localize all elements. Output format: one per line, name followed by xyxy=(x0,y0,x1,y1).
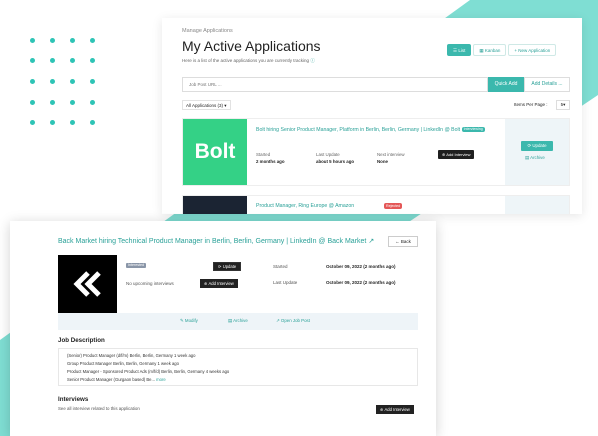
next-interview-value: None xyxy=(377,159,388,164)
status-badge: Interested xyxy=(126,263,146,268)
update-button[interactable]: ⟳ Update xyxy=(213,262,242,271)
back-button[interactable]: ← Back xyxy=(388,236,418,247)
list-icon: ☰ xyxy=(453,48,458,53)
application-card[interactable]: Product Manager, Ring Europe @ Amazon Re… xyxy=(182,195,570,214)
add-interview-button[interactable]: ⊕ Add Interview xyxy=(376,405,414,414)
breadcrumb[interactable]: Manage Applications xyxy=(182,28,233,34)
job-description-box: (Senior) Product Manager (d/f/m) Berlin,… xyxy=(58,348,418,386)
quick-add-row: Quick Add Add Details ... xyxy=(182,77,570,92)
job-description-line: (Senior) Product Manager (d/f/m) Berlin,… xyxy=(67,353,196,358)
status-badge: Interviewing xyxy=(461,127,485,133)
list-view-button[interactable]: ☰ List xyxy=(447,44,472,56)
job-description-line: Senior Product Manager (Gurgaon based) B… xyxy=(67,377,166,382)
last-update-label: Last Update xyxy=(316,152,340,157)
last-update-value: October 09, 2022 (2 months ago) xyxy=(326,280,396,285)
plus-circle-icon: ⊕ xyxy=(380,407,384,412)
items-per-page-label: Items Per Page : xyxy=(514,102,548,107)
update-button[interactable]: ⟳ Update xyxy=(521,141,553,151)
company-logo xyxy=(183,196,247,214)
info-icon[interactable]: ⓘ xyxy=(310,58,315,63)
quick-add-button[interactable]: Quick Add xyxy=(488,77,524,92)
interviews-subtitle: See all interview related to this applic… xyxy=(58,406,140,411)
edit-icon: ✎ xyxy=(180,318,184,323)
job-description-line: Product Manager - Sponsored Product Ads … xyxy=(67,369,230,374)
archive-icon: ▤ xyxy=(228,318,233,323)
archive-link[interactable]: ▤ Archive xyxy=(525,155,545,161)
started-value: 2 months ago xyxy=(256,159,285,164)
archive-icon: ▤ xyxy=(525,155,530,160)
application-card[interactable]: Bolt Bolt hiring Senior Product Manager,… xyxy=(182,118,570,186)
add-interview-button[interactable]: ⊕ Add Interview xyxy=(438,150,475,159)
plus-circle-icon: ⊕ xyxy=(204,281,208,286)
dot-grid-decoration xyxy=(30,38,102,130)
application-title[interactable]: Bolt hiring Senior Product Manager, Plat… xyxy=(256,127,486,134)
company-logo: Bolt xyxy=(183,119,247,185)
started-label: Started xyxy=(273,264,288,269)
status-badge: Rejected xyxy=(384,203,403,209)
application-detail-window: Back Market hiring Technical Product Man… xyxy=(10,221,436,436)
items-per-page-select[interactable]: 5▾ xyxy=(556,100,570,110)
plus-icon: + xyxy=(514,48,518,53)
page-subtitle: Here is a list of the active application… xyxy=(182,58,315,63)
job-description-line: Group Product Manager Berlin, Berlin, Ge… xyxy=(67,361,179,366)
company-logo xyxy=(58,255,117,313)
arrow-left-icon: ← xyxy=(395,239,400,244)
card-side-panel: ⟳ Update ▤ Archive xyxy=(505,119,569,185)
job-description-heading: Job Description xyxy=(58,337,105,344)
applications-filter-select[interactable]: All Applications (3) ▾ xyxy=(182,100,231,110)
interviews-heading: Interviews xyxy=(58,396,89,403)
external-link-icon: ↗ xyxy=(368,238,375,245)
refresh-icon: ⟳ xyxy=(527,143,532,148)
last-update-label: Last Update xyxy=(273,280,298,285)
new-application-button[interactable]: + New Application xyxy=(508,44,557,56)
job-url-input[interactable] xyxy=(182,77,488,92)
open-job-post-button[interactable]: ↗ Open Job Post xyxy=(276,318,310,324)
next-interview-label: Next interview xyxy=(377,152,405,157)
application-title[interactable]: Back Market hiring Technical Product Man… xyxy=(58,237,374,245)
action-bar: ✎ Modify ▤ Archive ↗ Open Job Post xyxy=(58,313,418,330)
kanban-icon: ▦ xyxy=(479,48,484,53)
started-label: Started xyxy=(256,152,271,157)
kanban-view-button[interactable]: ▦ Kanban xyxy=(473,44,507,56)
chevron-down-icon: ▾ xyxy=(224,103,227,108)
page-title: My Active Applications xyxy=(182,38,321,54)
modify-button[interactable]: ✎ Modify xyxy=(180,318,198,324)
view-toolbar: ☰ List ▦ Kanban + New Application xyxy=(447,44,557,56)
more-link[interactable]: more xyxy=(156,377,166,382)
applications-list-window: Manage Applications My Active Applicatio… xyxy=(162,18,582,214)
add-interview-button[interactable]: ⊕ Add Interview xyxy=(200,279,238,288)
external-link-icon: ↗ xyxy=(276,318,280,323)
add-details-button[interactable]: Add Details ... xyxy=(524,77,570,92)
started-value: October 09, 2022 (2 months ago) xyxy=(326,264,396,269)
card-side-panel xyxy=(505,196,569,214)
no-upcoming-interviews: No upcoming interviews xyxy=(126,281,174,286)
archive-button[interactable]: ▤ Archive xyxy=(228,318,248,324)
plus-circle-icon: ⊕ xyxy=(442,152,446,157)
last-update-value: about 5 hours ago xyxy=(316,159,355,164)
refresh-icon: ⟳ xyxy=(218,264,222,269)
